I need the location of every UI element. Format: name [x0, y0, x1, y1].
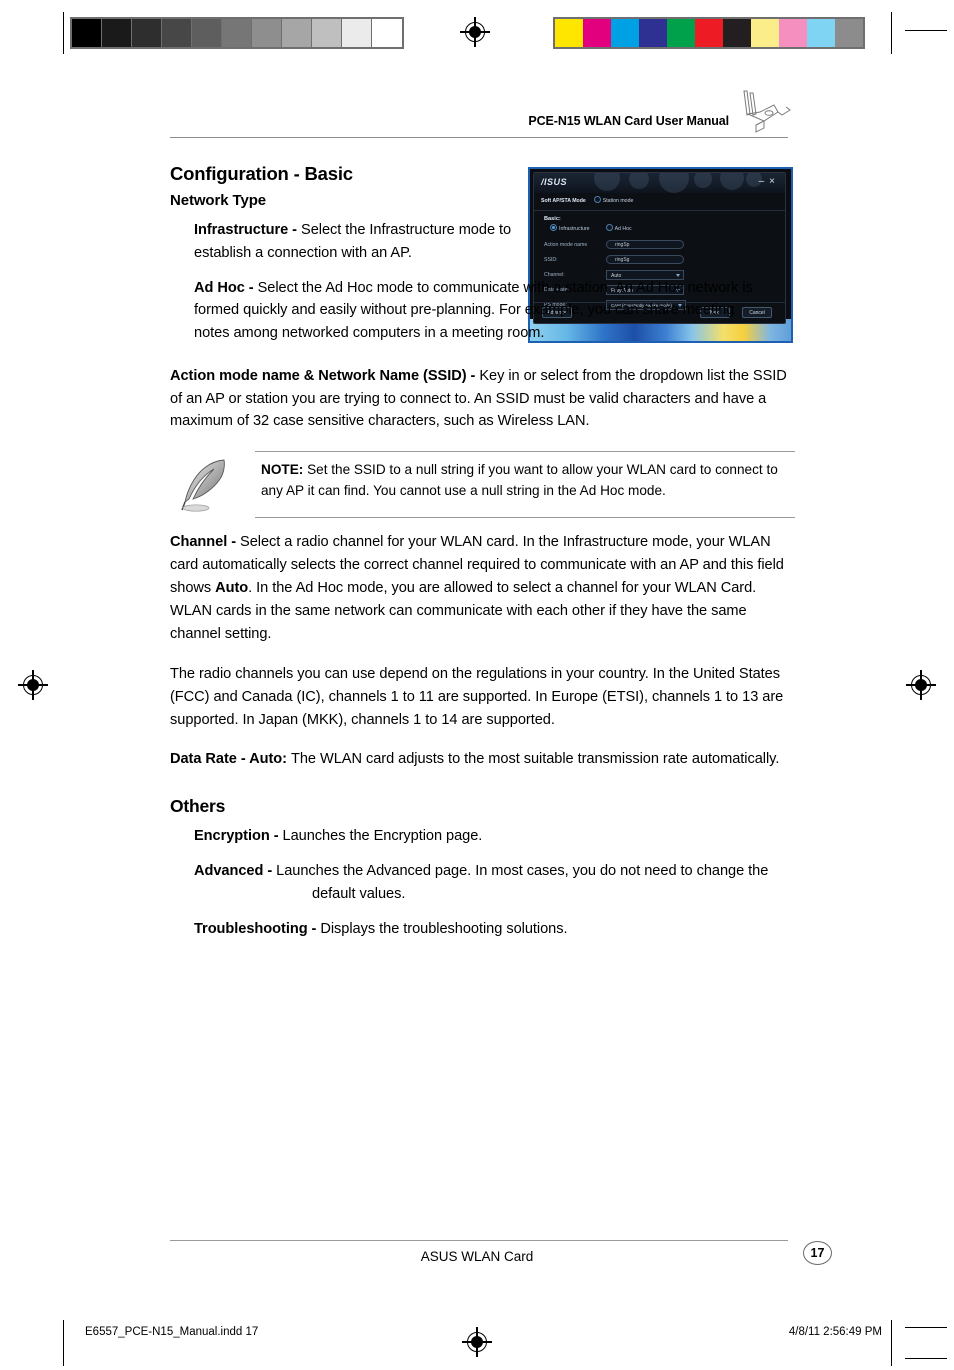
page-number-badge: 17 [803, 1241, 832, 1265]
paragraph-infrastructure: Infrastructure - Select the Infrastructu… [194, 219, 529, 265]
advanced-body: Launches the Advanced page. In most case… [276, 863, 769, 902]
registration-target-bottom-icon [462, 1327, 492, 1357]
note-divider-top [255, 451, 795, 453]
paragraph-advanced: Advanced - Launches the Advanced page. I… [194, 860, 795, 906]
paragraph-encryption: Encryption - Launches the Encryption pag… [194, 825, 795, 848]
paragraph-ssid: Action mode name & Network Name (SSID) -… [170, 365, 795, 433]
paragraph-data-rate: Data Rate - Auto: The WLAN card adjusts … [170, 748, 795, 771]
window-controls[interactable]: –× [759, 176, 780, 187]
note-body: Set the SSID to a null string if you wan… [261, 462, 778, 498]
paragraph-channel: Channel - Select a radio channel for you… [170, 531, 795, 645]
print-crop-mark-top-right [905, 1327, 947, 1328]
troubleshooting-body: Displays the troubleshooting solutions. [320, 920, 568, 937]
note-callout: NOTE: Set the SSID to a null string if y… [170, 451, 795, 519]
page-title: Configuration - Basic [170, 163, 353, 184]
print-filename: E6557_PCE-N15_Manual.indd 17 [85, 1326, 259, 1338]
channel-body-b: . In the Ad Hoc mode, you are allowed to… [170, 579, 757, 642]
header-divider [170, 137, 788, 138]
page-header-title: PCE-N15 WLAN Card User Manual [528, 114, 729, 128]
note-label: NOTE: [261, 462, 304, 478]
wlan-card-illustration-icon [734, 88, 796, 134]
ssid-term: Action mode name & Network Name (SSID) - [170, 367, 480, 384]
quill-pen-icon [180, 455, 236, 513]
troubleshooting-term: Troubleshooting - [194, 920, 321, 937]
document-page: PCE-N15 WLAN Card User Manual /ISUS –× S… [0, 0, 954, 1370]
channel-term: Channel - [170, 534, 241, 551]
print-crop-mark-bottom-right [905, 1358, 947, 1359]
note-divider-bottom [255, 517, 795, 519]
adhoc-body: Select the Ad Hoc mode to communicate wi… [194, 279, 753, 342]
channel-auto-emphasis: Auto [215, 579, 249, 596]
advanced-term: Advanced - [194, 863, 277, 880]
paragraph-regulations: The radio channels you can use depend on… [170, 666, 784, 728]
network-type-heading: Network Type [170, 192, 267, 209]
minimize-icon[interactable]: – [759, 176, 770, 187]
close-icon[interactable]: × [769, 176, 780, 187]
print-crop-mark-left [63, 1320, 64, 1366]
footer-divider [170, 1240, 788, 1241]
data-rate-body: The WLAN card adjusts to the most suitab… [291, 750, 780, 767]
encryption-term: Encryption - [194, 828, 283, 845]
paragraph-troubleshooting: Troubleshooting - Displays the troublesh… [194, 918, 795, 941]
print-timestamp: 4/8/11 2:56:49 PM [788, 1326, 882, 1338]
infrastructure-term: Infrastructure - [194, 222, 302, 238]
note-text: NOTE: Set the SSID to a null string if y… [255, 451, 795, 511]
others-heading: Others [170, 796, 226, 817]
page-body: Configuration - Basic Network Type Infra… [170, 163, 795, 952]
paragraph-adhoc: Ad Hoc - Select the Ad Hoc mode to commu… [194, 277, 762, 345]
print-crop-mark-right [891, 1320, 892, 1366]
encryption-body: Launches the Encryption page. [282, 828, 483, 845]
adhoc-term: Ad Hoc - [194, 279, 258, 296]
data-rate-term: Data Rate - Auto: [170, 750, 291, 767]
asus-logo: /ISUS [541, 177, 568, 187]
